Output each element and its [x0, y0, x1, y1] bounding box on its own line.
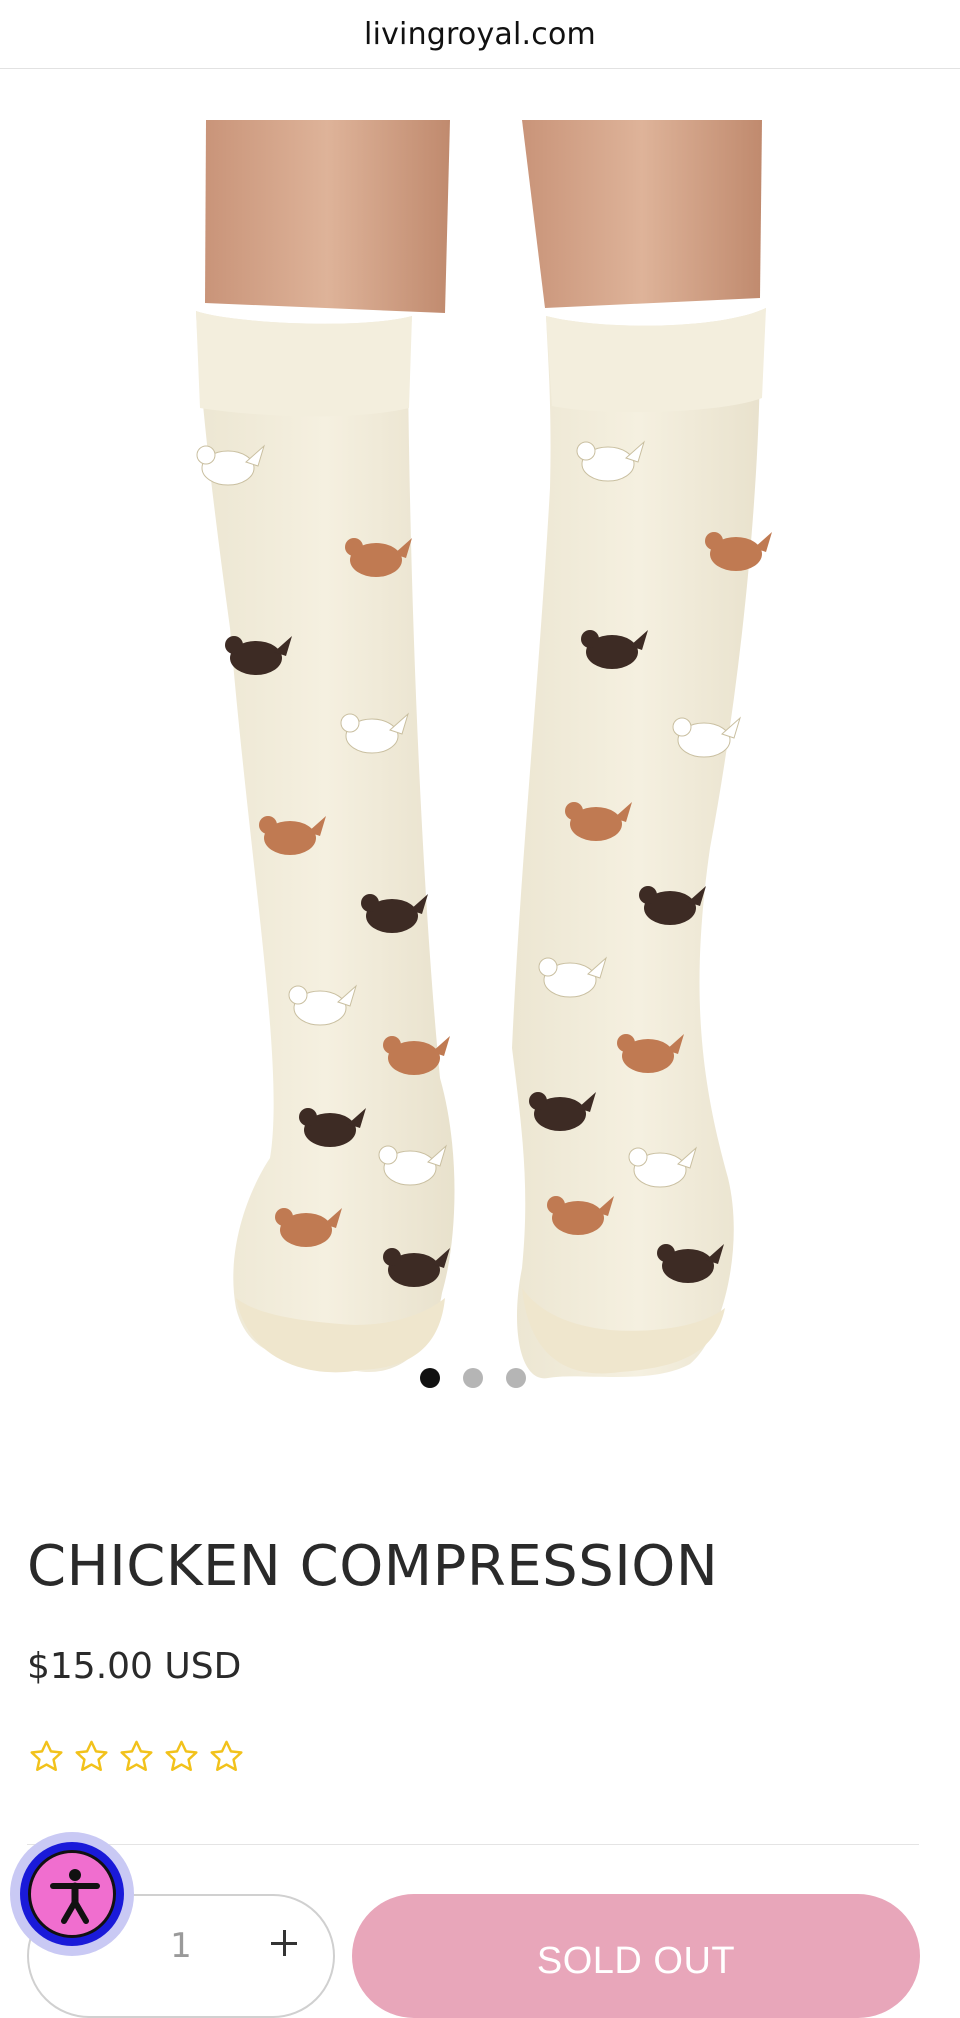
url-text: livingroyal.com — [364, 16, 596, 52]
browser-url-bar[interactable]: livingroyal.com — [0, 0, 960, 69]
quantity-increase-button[interactable] — [271, 1930, 297, 1956]
product-price: $15.00 USD — [27, 1646, 242, 1687]
product-image — [196, 120, 772, 1379]
star-icon — [30, 1740, 63, 1771]
star-icon — [75, 1740, 108, 1771]
star-icon — [210, 1740, 243, 1771]
divider — [27, 1844, 919, 1845]
product-title: CHICKEN COMPRESSION — [27, 1534, 719, 1599]
star-icon — [165, 1740, 198, 1771]
gallery-pagination — [0, 1368, 960, 1390]
gallery-dot-2[interactable] — [463, 1368, 483, 1388]
star-icon — [120, 1740, 153, 1771]
product-gallery[interactable] — [0, 68, 960, 1408]
accessibility-person-icon — [50, 1869, 100, 1924]
accessibility-widget-inner — [28, 1850, 116, 1938]
rating-stars[interactable] — [28, 1738, 245, 1778]
sold-out-button[interactable]: SOLD OUT — [352, 1894, 920, 2018]
accessibility-widget-button[interactable] — [20, 1842, 124, 1946]
gallery-dot-1[interactable] — [420, 1368, 440, 1388]
gallery-dot-3[interactable] — [506, 1368, 526, 1388]
